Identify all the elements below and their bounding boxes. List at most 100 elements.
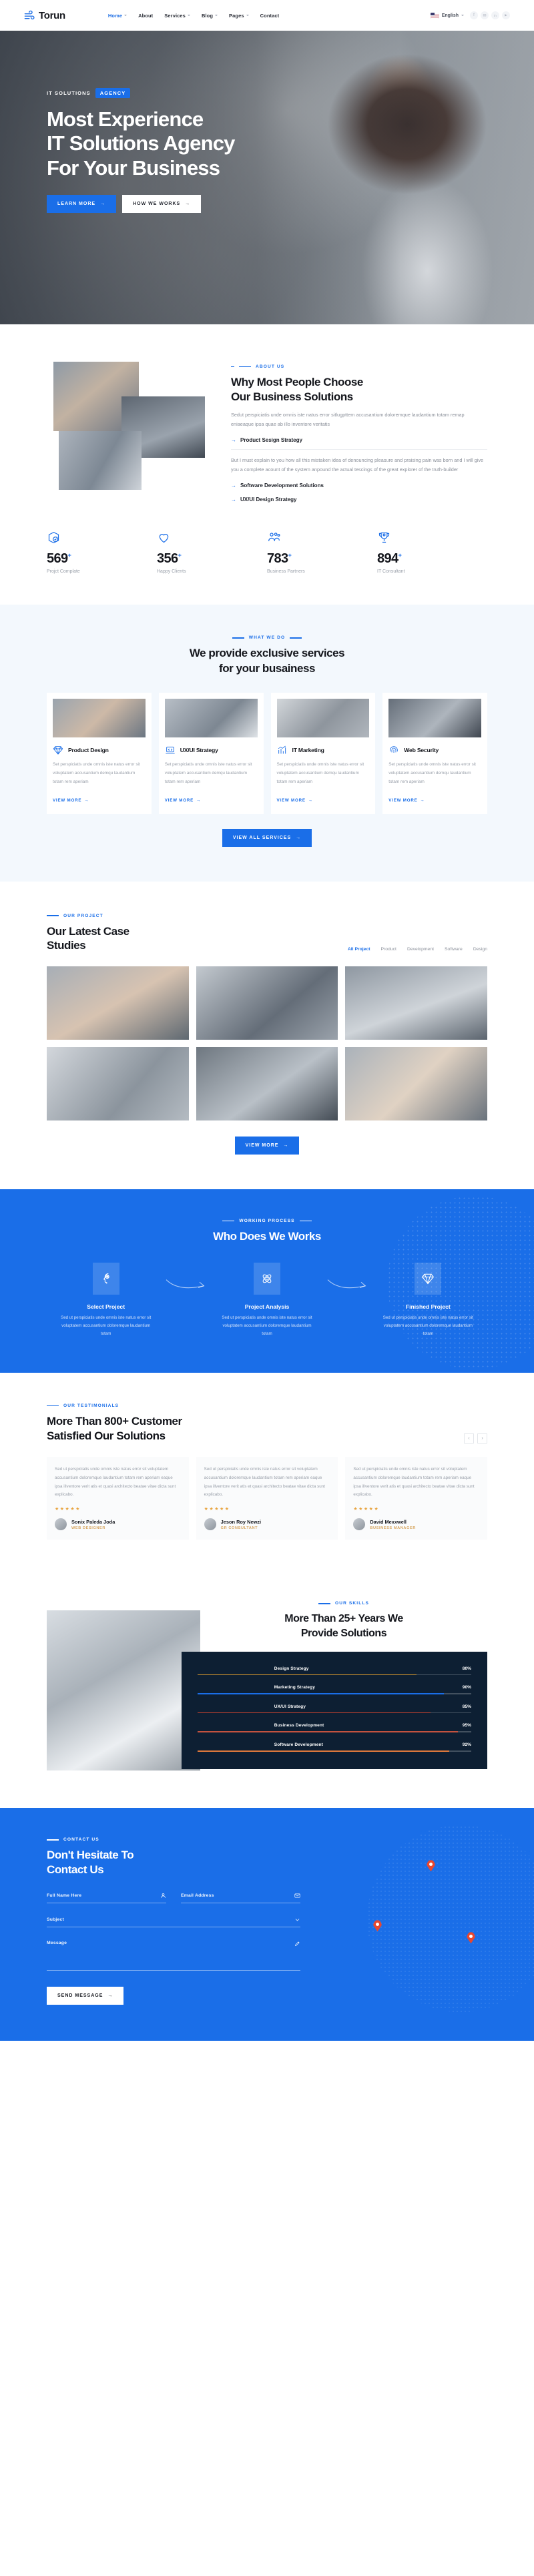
how-we-works-label: HOW WE WORKS [133, 201, 181, 206]
filter-product[interactable]: Product [381, 947, 396, 952]
filter-all-project[interactable]: All Project [348, 947, 370, 952]
progress-label: Marketing Strategy [274, 1685, 315, 1690]
hero-eyebrow-pill: AGENCY [95, 88, 131, 98]
stat-partners: 783 + Business Partners [267, 531, 377, 574]
service-text: Set perspiciatis unde omnis iste natus e… [388, 762, 476, 784]
service-view-more-link[interactable]: VIEW MORE → [53, 798, 89, 803]
message-textarea[interactable] [47, 1940, 290, 1950]
project-thumb[interactable] [345, 1047, 487, 1121]
linkedin-glyph: in [494, 13, 497, 17]
stat-consultant-label: IT Consultant [377, 569, 405, 575]
arrow-right-icon: → [296, 835, 302, 840]
page-root: Torun Home About Services Blog Pages Con… [0, 0, 534, 2041]
about-feature-3-label: UX/UI Design Strategy [240, 497, 297, 503]
testimonials-title-line-1: More Than 800+ Customer [47, 1415, 182, 1428]
stat-clients: 356 + Happy Clients [157, 531, 267, 574]
process-step-title: Project Analysis [244, 1303, 290, 1310]
process-tagline-label: WORKING PROCESS [239, 1219, 295, 1224]
full-name-input[interactable] [47, 1893, 156, 1898]
nav-item-about[interactable]: About [138, 13, 153, 19]
arrow-right-icon: → [196, 797, 202, 803]
nav-item-blog[interactable]: Blog [202, 13, 218, 19]
project-thumb[interactable] [196, 966, 338, 1040]
progress-value: 95% [462, 1723, 471, 1728]
heart-icon [157, 531, 267, 545]
service-view-more-link[interactable]: VIEW MORE → [388, 798, 425, 803]
social-links: f ✉ in ▶ [470, 11, 510, 19]
email-input[interactable] [181, 1893, 290, 1898]
message-field[interactable] [47, 1940, 300, 1971]
full-name-field[interactable] [47, 1893, 166, 1903]
avatar [353, 1518, 366, 1531]
nav-item-home[interactable]: Home [108, 13, 127, 19]
service-card-it-marketing[interactable]: IT Marketing Set perspiciatis unde omnis… [270, 693, 376, 814]
service-card-web-security[interactable]: Web Security Set perspiciatis unde omnis… [382, 693, 487, 814]
process-step-project-analysis: Project Analysis Sed ut perspiciatis und… [208, 1262, 326, 1338]
skills-section: OUR SKILLS More Than 25+ Years We Provid… [0, 1574, 534, 1808]
learn-more-label: LEARN MORE [57, 201, 96, 206]
about-section: ABOUT US Why Most People Choose Our Busi… [0, 324, 534, 605]
testimonials-tagline-label: OUR TESTIMONIALS [63, 1403, 119, 1409]
arrow-curve-icon [165, 1277, 208, 1291]
send-message-button[interactable]: SEND MESSAGE → [47, 1986, 124, 2005]
service-title: Product Design [68, 747, 109, 754]
twitter-icon[interactable]: ✉ [481, 11, 489, 19]
skills-content: OUR SKILLS More Than 25+ Years We Provid… [182, 1601, 487, 1769]
fingerprint-icon [388, 745, 399, 755]
nav-item-contact[interactable]: Contact [260, 13, 280, 19]
testimonial-text: Sed ut perspiciatis unde omnis iste natu… [55, 1466, 176, 1498]
contact-title: Don't Hesitate To Contact Us [47, 1848, 300, 1877]
chevron-left-icon[interactable]: ‹ [464, 1433, 474, 1443]
progress-label: Design Strategy [274, 1666, 309, 1671]
nav-label: Contact [260, 12, 280, 19]
contact-row-3 [47, 1940, 300, 1971]
how-we-works-button[interactable]: HOW WE WORKS → [122, 194, 202, 213]
wind-logo-icon [24, 10, 35, 21]
filter-development[interactable]: Development [407, 947, 434, 952]
project-thumb[interactable] [345, 966, 487, 1040]
chevron-down-icon [246, 15, 249, 16]
chevron-down-icon [461, 15, 464, 16]
nav-item-pages[interactable]: Pages [229, 13, 249, 19]
tagline-dash [290, 637, 302, 639]
subject-input[interactable] [47, 1917, 290, 1922]
service-card-product-design[interactable]: Product Design Set perspiciatis unde omn… [47, 693, 152, 814]
projects-view-more-button[interactable]: VIEW MORE → [234, 1137, 300, 1155]
diamond-icon [415, 1262, 442, 1295]
language-selector[interactable]: English [430, 12, 464, 19]
linkedin-icon[interactable]: in [491, 11, 499, 19]
project-thumb[interactable] [196, 1047, 338, 1121]
tagline-dash [47, 1405, 59, 1407]
subject-field[interactable] [47, 1917, 300, 1927]
progress-track [198, 1693, 471, 1694]
arrow-right-icon: → [283, 1143, 289, 1149]
stat-plus: + [178, 552, 182, 559]
learn-more-button[interactable]: LEARN MORE → [47, 194, 117, 213]
service-card-uxui-strategy[interactable]: UX/UI Strategy Set perspiciatis unde omn… [158, 693, 264, 814]
testimonial-card: Sed ut perspiciatis unde omnis iste natu… [47, 1456, 189, 1540]
filter-software[interactable]: Software [445, 947, 463, 952]
contact-title-line-1: Don't Hesitate To [47, 1849, 134, 1862]
email-field[interactable] [181, 1893, 300, 1903]
project-thumb[interactable] [47, 966, 189, 1040]
nav-item-services[interactable]: Services [164, 13, 190, 19]
progress-track [198, 1674, 471, 1676]
service-title: Web Security [404, 747, 439, 754]
facebook-icon[interactable]: f [470, 11, 478, 19]
project-thumb[interactable] [47, 1047, 189, 1121]
brand-logo[interactable]: Torun [24, 10, 65, 21]
testimonials-title-line-2: Satisfied Our Solutions [47, 1429, 166, 1442]
view-all-services-button[interactable]: VIEW ALL SERVICES → [222, 828, 312, 847]
nav-label: Pages [229, 12, 244, 19]
contact-row-1 [47, 1893, 300, 1903]
chevron-right-icon[interactable]: › [477, 1433, 487, 1443]
services-title-line-2: for your busainess [219, 662, 315, 675]
testimonial-name: David Mexxwell [370, 1518, 407, 1525]
youtube-icon[interactable]: ▶ [502, 11, 510, 19]
process-step-text: Sed ut perspiciatis unde omnis iste natu… [222, 1315, 312, 1337]
service-text: Set perspiciatis unde omnis iste natus e… [276, 762, 364, 784]
filter-design[interactable]: Design [473, 947, 487, 952]
service-view-more-link[interactable]: VIEW MORE → [165, 798, 201, 803]
view-all-services-label: VIEW ALL SERVICES [232, 835, 292, 840]
service-view-more-link[interactable]: VIEW MORE → [277, 798, 313, 803]
